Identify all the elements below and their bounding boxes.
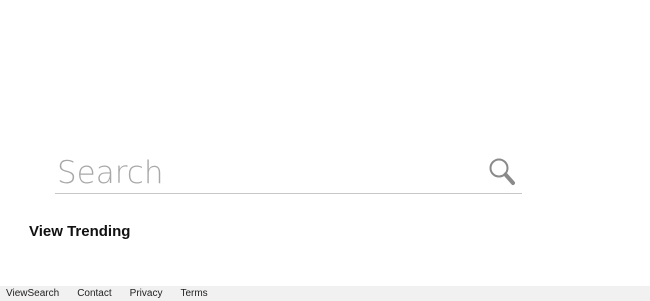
footer-link-viewsearch[interactable]: ViewSearch <box>6 286 59 301</box>
footer-link-terms[interactable]: Terms <box>180 286 207 301</box>
search-input[interactable] <box>55 154 477 192</box>
search-bar <box>55 150 522 194</box>
search-icon[interactable] <box>488 157 516 187</box>
footer-link-contact[interactable]: Contact <box>77 286 111 301</box>
footer-link-privacy[interactable]: Privacy <box>130 286 163 301</box>
page: View Trending ViewSearch Contact Privacy… <box>0 0 650 301</box>
view-trending-link[interactable]: View Trending <box>29 223 130 240</box>
footer: ViewSearch Contact Privacy Terms <box>0 286 650 301</box>
